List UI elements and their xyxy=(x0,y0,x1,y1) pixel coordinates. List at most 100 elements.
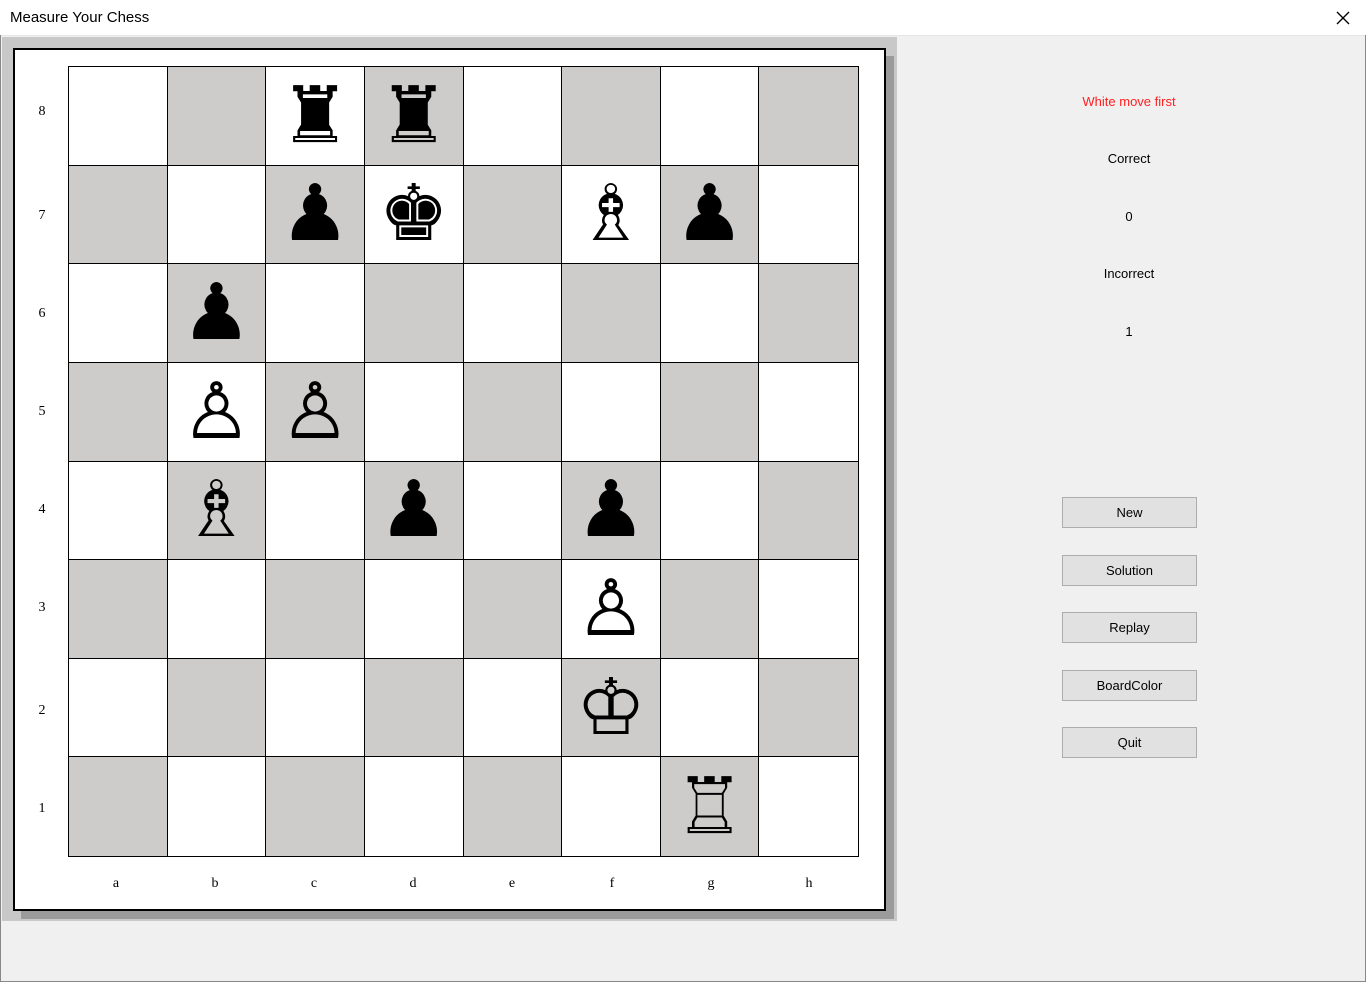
square-d2[interactable] xyxy=(364,658,464,758)
square-c6[interactable] xyxy=(266,264,365,363)
square-b2[interactable] xyxy=(167,658,267,758)
square-a7[interactable] xyxy=(69,165,168,265)
square-b7[interactable] xyxy=(167,165,267,265)
file-label-b: b xyxy=(211,876,219,891)
square-d4[interactable]: ♟ xyxy=(364,461,464,561)
square-b1[interactable] xyxy=(167,757,267,856)
file-label-a: a xyxy=(112,876,120,891)
chess-piece[interactable]: ♟ xyxy=(280,175,350,253)
file-label-h: h xyxy=(805,876,813,891)
square-c8[interactable]: ♜ xyxy=(266,67,365,166)
incorrect-label: Incorrect xyxy=(1103,266,1155,281)
square-g8[interactable] xyxy=(660,67,760,166)
solution-button[interactable]: Solution xyxy=(1062,555,1197,586)
square-b6[interactable]: ♟ xyxy=(167,264,267,363)
rank-label-4: 4 xyxy=(38,502,46,517)
square-g4[interactable] xyxy=(660,461,760,561)
chess-piece[interactable]: ♜ xyxy=(280,77,350,155)
chess-piece[interactable]: ♚ xyxy=(379,175,449,253)
square-a4[interactable] xyxy=(69,461,168,561)
square-e3[interactable] xyxy=(463,560,563,659)
square-e4[interactable] xyxy=(463,461,563,561)
close-button[interactable] xyxy=(1320,0,1366,35)
window-title: Measure Your Chess xyxy=(10,9,150,26)
chess-piece[interactable]: ♟ xyxy=(675,175,745,253)
rank-label-5: 5 xyxy=(38,404,46,419)
square-c2[interactable] xyxy=(266,658,365,758)
square-g3[interactable] xyxy=(660,560,760,659)
square-h4[interactable] xyxy=(759,461,858,561)
square-c5[interactable]: ♙ xyxy=(266,362,365,462)
square-b4[interactable]: ♗ xyxy=(167,461,267,561)
square-e1[interactable] xyxy=(463,757,563,856)
square-c3[interactable] xyxy=(266,560,365,659)
square-g6[interactable] xyxy=(660,264,760,363)
correct-label: Correct xyxy=(1107,151,1151,166)
square-e7[interactable] xyxy=(463,165,563,265)
square-f1[interactable] xyxy=(562,757,661,856)
square-b8[interactable] xyxy=(167,67,267,166)
square-f5[interactable] xyxy=(562,362,661,462)
square-e6[interactable] xyxy=(463,264,563,363)
chess-piece[interactable]: ♟ xyxy=(576,471,646,549)
square-d3[interactable] xyxy=(364,560,464,659)
rank-label-2: 2 xyxy=(38,703,46,718)
square-d7[interactable]: ♚ xyxy=(364,165,464,265)
square-h5[interactable] xyxy=(759,362,858,462)
square-h1[interactable] xyxy=(759,757,858,856)
title-bar: Measure Your Chess xyxy=(0,0,1366,36)
square-c7[interactable]: ♟ xyxy=(266,165,365,265)
square-h2[interactable] xyxy=(759,658,858,758)
square-d6[interactable] xyxy=(364,264,464,363)
replay-button[interactable]: Replay xyxy=(1062,612,1197,643)
chess-piece[interactable]: ♟ xyxy=(181,274,251,352)
square-e5[interactable] xyxy=(463,362,563,462)
chess-piece[interactable]: ♟ xyxy=(379,471,449,549)
square-c4[interactable] xyxy=(266,461,365,561)
square-f2[interactable]: ♔ xyxy=(562,658,661,758)
square-c1[interactable] xyxy=(266,757,365,856)
square-a1[interactable] xyxy=(69,757,168,856)
square-g5[interactable] xyxy=(660,362,760,462)
square-f3[interactable]: ♙ xyxy=(562,560,661,659)
new-button[interactable]: New xyxy=(1062,497,1197,528)
quit-button[interactable]: Quit xyxy=(1062,727,1197,758)
square-d8[interactable]: ♜ xyxy=(364,67,464,166)
square-a3[interactable] xyxy=(69,560,168,659)
chess-piece[interactable]: ♖ xyxy=(675,768,745,846)
square-h8[interactable] xyxy=(759,67,858,166)
square-b3[interactable] xyxy=(167,560,267,659)
chess-piece[interactable]: ♙ xyxy=(181,373,251,451)
square-h6[interactable] xyxy=(759,264,858,363)
square-e8[interactable] xyxy=(463,67,563,166)
chess-piece[interactable]: ♜ xyxy=(379,77,449,155)
boardcolor-button[interactable]: BoardColor xyxy=(1062,670,1197,701)
square-d5[interactable] xyxy=(364,362,464,462)
square-f7[interactable]: ♗ xyxy=(562,165,661,265)
rank-label-1: 1 xyxy=(38,801,46,816)
chess-piece[interactable]: ♗ xyxy=(576,175,646,253)
square-f6[interactable] xyxy=(562,264,661,363)
square-a8[interactable] xyxy=(69,67,168,166)
chess-piece[interactable]: ♙ xyxy=(280,373,350,451)
incorrect-count: 1 xyxy=(1125,324,1133,339)
square-f4[interactable]: ♟ xyxy=(562,461,661,561)
square-g7[interactable]: ♟ xyxy=(660,165,760,265)
chess-board[interactable]: ♜ ♜ ♟ ♚ ♗ ♟ ♟ ♙ ♙ ♗ ♟ ♟ ♙ ♔ ♖ xyxy=(68,66,859,857)
file-label-d: d xyxy=(409,876,417,891)
square-a6[interactable] xyxy=(69,264,168,363)
square-g1[interactable]: ♖ xyxy=(660,757,760,856)
square-f8[interactable] xyxy=(562,67,661,166)
square-h7[interactable] xyxy=(759,165,858,265)
square-a5[interactable] xyxy=(69,362,168,462)
chess-piece[interactable]: ♙ xyxy=(576,570,646,648)
square-b5[interactable]: ♙ xyxy=(167,362,267,462)
square-g2[interactable] xyxy=(660,658,760,758)
chess-piece[interactable]: ♗ xyxy=(181,471,251,549)
chess-piece[interactable]: ♔ xyxy=(576,669,646,747)
square-a2[interactable] xyxy=(69,658,168,758)
square-h3[interactable] xyxy=(759,560,858,659)
square-e2[interactable] xyxy=(463,658,563,758)
square-d1[interactable] xyxy=(364,757,464,856)
rank-label-6: 6 xyxy=(38,306,46,321)
